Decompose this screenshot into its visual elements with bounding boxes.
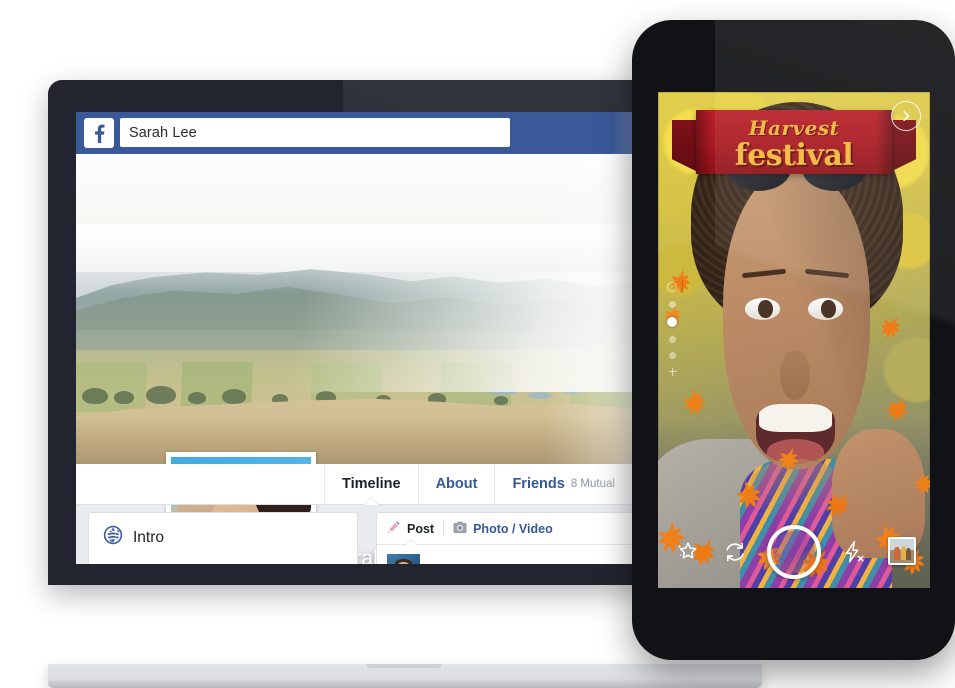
phone-screen: Harvest festival bbox=[658, 92, 930, 588]
magic-star-icon[interactable] bbox=[674, 538, 702, 566]
gallery-thumbnail-icon[interactable] bbox=[888, 537, 916, 565]
cover-photo[interactable] bbox=[76, 154, 664, 464]
browser-header-bar: Sarah Lee bbox=[76, 112, 664, 154]
laptop-base-notch bbox=[366, 664, 442, 668]
browser-url-input[interactable]: Sarah Lee bbox=[120, 118, 510, 147]
composer-text-input[interactable]: Write something to Sarah... bbox=[432, 563, 601, 565]
facebook-logo-icon bbox=[84, 118, 114, 148]
tab-about-label: About bbox=[435, 476, 478, 492]
composer-photo-video-label: Photo / Video bbox=[473, 521, 553, 536]
subject-right-pupil bbox=[821, 299, 836, 319]
intro-header: Intro bbox=[89, 513, 357, 550]
tab-friends[interactable]: Friends 8 Mutual bbox=[495, 464, 633, 504]
profile-right-column: Post Photo / Video bbox=[376, 512, 664, 564]
subject-nose bbox=[780, 349, 811, 400]
subject-left-pupil bbox=[758, 299, 774, 319]
intro-work-row: Product Manager at Savvy bbox=[89, 550, 357, 564]
browser-url-value: Sarah Lee bbox=[129, 124, 197, 141]
tab-bar-spacer bbox=[76, 464, 325, 504]
phone-device: Harvest festival bbox=[632, 20, 955, 660]
composer-tab-photo-video[interactable]: Photo / Video bbox=[453, 521, 553, 537]
filter-dot-2[interactable] bbox=[668, 301, 676, 308]
laptop-base bbox=[48, 664, 762, 688]
composer-tab-row: Post Photo / Video bbox=[377, 513, 651, 546]
filter-carousel-dots[interactable] bbox=[665, 282, 679, 376]
laptop-device: Sarah Lee Timeline About Friends 8 Mutua… bbox=[48, 80, 762, 688]
chevron-right-icon[interactable] bbox=[891, 101, 921, 131]
avatar bbox=[387, 554, 420, 564]
filter-dot-4[interactable] bbox=[668, 336, 676, 343]
profile-tab-bar: Timeline About Friends 8 Mutual Photos M… bbox=[76, 464, 664, 505]
shutter-button-inner bbox=[773, 531, 815, 573]
composer-post-label: Post bbox=[407, 521, 435, 536]
tab-about[interactable]: About bbox=[419, 464, 496, 504]
banner-line-2: festival bbox=[734, 138, 854, 173]
tab-friends-label: Friends bbox=[512, 476, 565, 492]
gallery-thumb-person-3 bbox=[906, 547, 912, 560]
intro-card: Intro Product Manager at Savvy bbox=[88, 512, 358, 564]
subject-teeth bbox=[759, 404, 832, 432]
add-filter-icon[interactable] bbox=[668, 368, 677, 376]
gallery-thumb-person-1 bbox=[894, 547, 900, 560]
gallery-thumbnail-image bbox=[890, 539, 914, 563]
tab-friends-mutual-count: 8 Mutual bbox=[570, 478, 615, 490]
camera-icon bbox=[453, 521, 467, 537]
composer-divider bbox=[443, 521, 445, 536]
harvest-festival-banner: Harvest festival bbox=[672, 104, 916, 182]
camera-control-bar bbox=[658, 520, 930, 582]
facebook-profile-page: Sarah Lee bbox=[76, 154, 664, 564]
globe-icon bbox=[103, 525, 123, 550]
flash-off-icon[interactable] bbox=[839, 538, 867, 566]
subject-right-eye bbox=[807, 297, 843, 320]
composer-tab-post[interactable]: Post bbox=[387, 520, 435, 546]
pencil-icon bbox=[387, 520, 401, 537]
subject-left-eye bbox=[745, 297, 781, 320]
tab-timeline[interactable]: Timeline bbox=[325, 464, 419, 505]
post-composer: Post Photo / Video bbox=[376, 512, 652, 564]
filter-dot-active[interactable] bbox=[667, 317, 677, 327]
intro-title: Intro bbox=[133, 528, 165, 546]
profile-left-column: Intro Product Manager at Savvy bbox=[76, 512, 368, 564]
banner-line-1: Harvest bbox=[748, 116, 840, 140]
shutter-button[interactable] bbox=[767, 525, 821, 579]
filter-dot-5[interactable] bbox=[668, 352, 676, 359]
laptop-screen: Sarah Lee Timeline About Friends 8 Mutua… bbox=[76, 112, 664, 564]
composer-input-row: Write something to Sarah... bbox=[377, 545, 651, 564]
rotate-camera-icon[interactable] bbox=[721, 538, 749, 566]
briefcase-icon bbox=[105, 563, 118, 564]
filter-dot-1[interactable] bbox=[667, 282, 677, 292]
tab-timeline-label: Timeline bbox=[342, 476, 401, 492]
